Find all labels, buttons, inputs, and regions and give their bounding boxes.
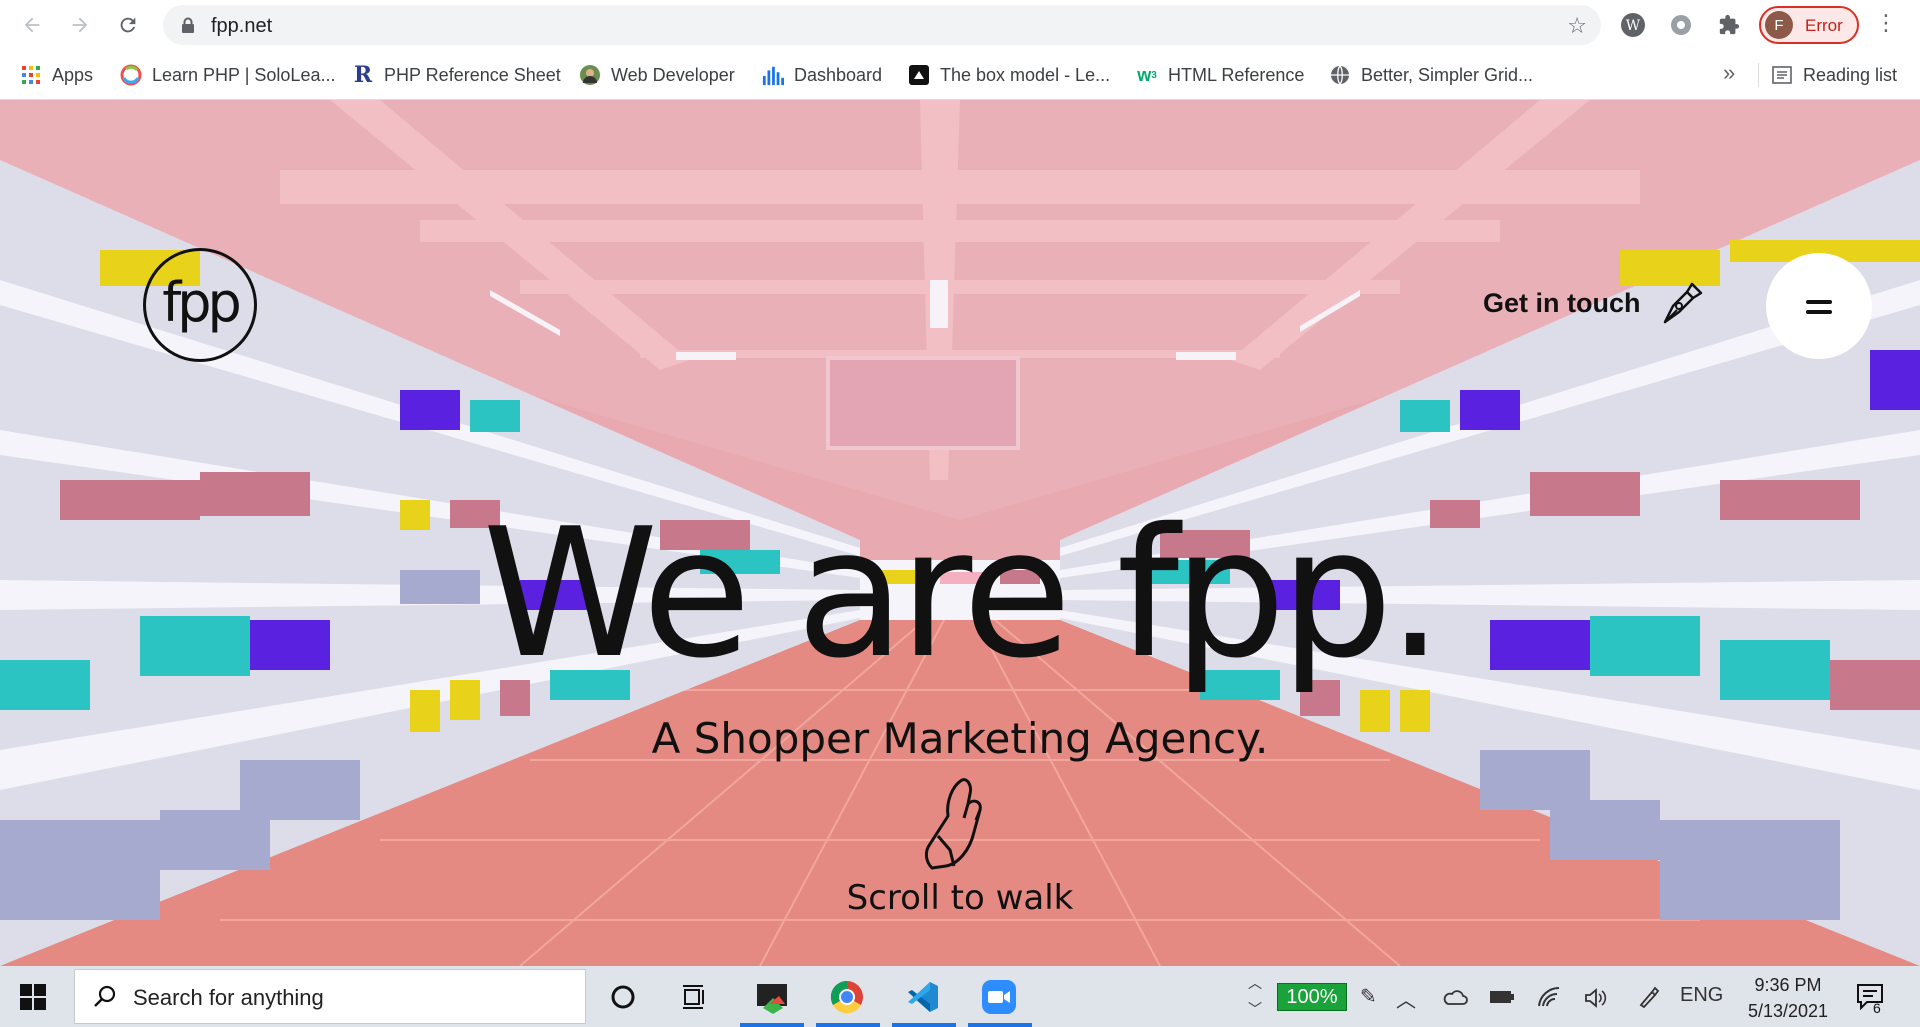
bookmark-sololearn[interactable]: Learn PHP | SoloLea... — [120, 62, 335, 88]
arrow-left-icon — [24, 17, 40, 33]
reload-icon — [120, 17, 136, 33]
wifi-icon[interactable] — [1537, 986, 1561, 1008]
bookmark-label: Dashboard — [794, 64, 883, 85]
taskbar-scroll-arrows[interactable]: ︿ ﹀ — [1248, 970, 1262, 1022]
search-icon — [94, 985, 116, 1007]
terminal-app-icon[interactable] — [749, 974, 795, 1020]
menu-bar-bottom — [1806, 310, 1832, 314]
sololearn-icon — [120, 64, 142, 86]
bookmark-web-developer[interactable]: Web Developer — [579, 62, 735, 88]
svg-text:W: W — [1626, 18, 1641, 34]
bar-chart-icon — [762, 64, 784, 86]
bookmark-label: PHP Reference Sheet — [384, 64, 561, 85]
bookmark-label: Apps — [52, 64, 94, 85]
cortana-icon[interactable] — [600, 974, 646, 1020]
chevron-up-icon[interactable]: ︿ — [1396, 984, 1416, 1013]
search-placeholder: Search for anything — [133, 985, 324, 1010]
w3-icon: w3 — [1137, 64, 1157, 85]
chrome-app-icon[interactable] — [824, 974, 870, 1020]
terminal-active-indicator — [740, 1023, 804, 1027]
clock-time: 9:36 PM — [1754, 975, 1822, 995]
hero-title: We are fpp. — [482, 490, 1443, 697]
puzzle-extensions-icon[interactable] — [1716, 12, 1742, 38]
back-button[interactable] — [16, 9, 48, 41]
reading-list-label: Reading list — [1803, 64, 1898, 85]
scroll-hint: Scroll to walk — [846, 878, 1074, 918]
get-in-touch-link[interactable]: Get in touch — [1483, 288, 1641, 319]
lock-icon — [182, 17, 194, 33]
url-text[interactable]: fpp.net — [211, 15, 272, 38]
bookmarks-divider — [1758, 63, 1759, 87]
reading-list-icon — [1771, 64, 1793, 86]
taskbar-search-box[interactable]: Search for anything — [74, 969, 586, 1024]
reading-list-button[interactable]: Reading list — [1771, 62, 1897, 88]
hero-subtitle: A Shopper Marketing Agency. — [651, 714, 1269, 763]
reload-button[interactable] — [112, 9, 144, 41]
bookmark-label: Learn PHP | SoloLea... — [152, 64, 336, 85]
fpp-logo[interactable]: fpp — [143, 248, 257, 362]
hamburger-menu-button[interactable] — [1766, 253, 1872, 359]
bookmark-html-reference[interactable]: w3 HTML Reference — [1136, 62, 1304, 88]
globe-icon — [1329, 64, 1351, 86]
pen-nib-icon[interactable] — [1659, 280, 1705, 326]
volume-icon[interactable] — [1584, 988, 1608, 1008]
arrow-right-icon — [72, 17, 88, 33]
settings-extension-icon[interactable] — [1668, 12, 1694, 38]
clock-date: 5/13/2021 — [1747, 1001, 1829, 1021]
profile-error-button[interactable]: F Error — [1759, 6, 1859, 44]
bookmarks-bar: Apps Learn PHP | SoloLea... R PHP Refere… — [0, 50, 1920, 100]
bookmark-box-model[interactable]: The box model - Le... — [908, 62, 1110, 88]
avatar: F — [1765, 11, 1793, 39]
language-indicator[interactable]: ENG — [1680, 984, 1723, 1007]
codepen-icon — [908, 64, 930, 86]
kebab-menu-icon[interactable]: ⋮ — [1875, 10, 1897, 36]
r-logo-icon: R — [353, 62, 373, 88]
bookmark-label: Web Developer — [611, 64, 735, 85]
logo-text: fpp — [162, 270, 242, 334]
profile-status: Error — [1805, 16, 1843, 35]
address-bar[interactable]: fpp.net ☆ — [163, 5, 1601, 45]
chrome-active-indicator — [816, 1023, 880, 1027]
bookmark-label: The box model - Le... — [940, 64, 1111, 85]
menu-bar-top — [1806, 300, 1832, 304]
task-view-icon[interactable] — [672, 974, 718, 1020]
bookmark-dashboard[interactable]: Dashboard — [762, 62, 882, 88]
bookmark-label: Better, Simpler Grid... — [1361, 64, 1534, 85]
bookmark-apps[interactable]: Apps — [20, 62, 93, 88]
bookmark-label: HTML Reference — [1168, 64, 1305, 85]
bookmark-php-reference[interactable]: R PHP Reference Sheet — [352, 62, 561, 88]
pen-workspace-icon[interactable] — [1638, 986, 1660, 1008]
more-bookmarks-button[interactable]: » — [1723, 60, 1735, 86]
bookmark-simpler-grid[interactable]: Better, Simpler Grid... — [1329, 62, 1533, 88]
zoom-app-icon[interactable] — [976, 974, 1022, 1020]
vscode-active-indicator — [892, 1023, 956, 1027]
notification-count-badge: 6 — [1873, 1000, 1881, 1016]
bookmark-star-icon[interactable]: ☆ — [1567, 13, 1587, 39]
apps-grid-icon — [20, 64, 42, 86]
battery-percent[interactable]: 100% — [1277, 983, 1347, 1011]
battery-icon[interactable] — [1489, 988, 1515, 1006]
pen-tray-icon[interactable]: ✎ — [1360, 984, 1377, 1009]
avatar-icon — [579, 64, 601, 86]
webpage-viewport[interactable]: fpp Get in touch We are fpp. A Shopper M… — [0, 100, 1920, 966]
pointing-hand-icon — [924, 778, 982, 870]
windows-start-icon[interactable] — [20, 984, 46, 1010]
browser-toolbar: fpp.net ☆ W F Error ⋮ — [0, 0, 1920, 50]
zoom-active-indicator — [968, 1023, 1032, 1027]
forward-button[interactable] — [64, 9, 96, 41]
onedrive-cloud-icon[interactable] — [1442, 988, 1468, 1006]
system-clock[interactable]: 9:36 PM 5/13/2021 — [1738, 972, 1838, 1024]
wordpress-extension-icon[interactable]: W — [1620, 12, 1646, 38]
windows-taskbar: Search for anything ︿ ﹀ 100% ✎ ︿ ENG 9:36… — [0, 966, 1920, 1027]
vscode-app-icon[interactable] — [900, 974, 946, 1020]
